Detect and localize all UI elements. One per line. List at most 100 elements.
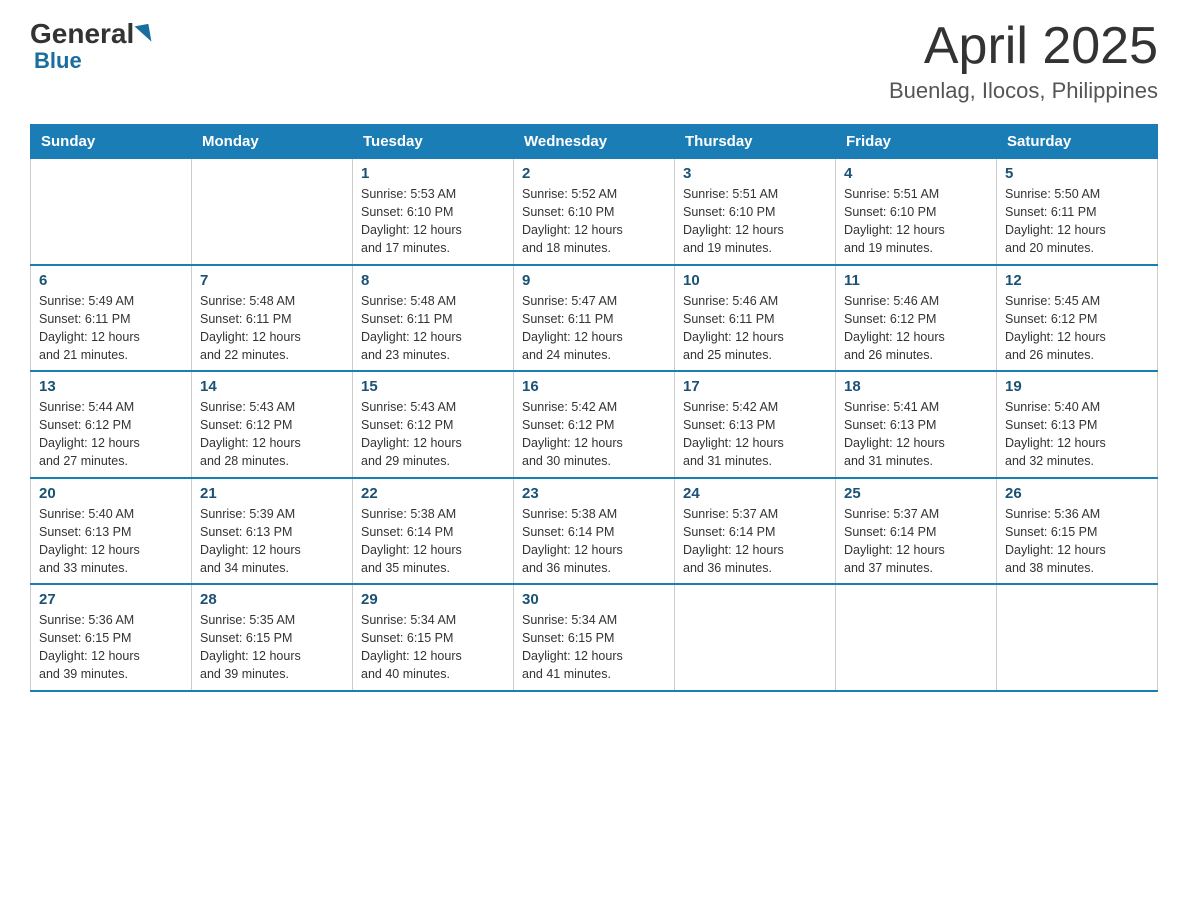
day-info: Sunrise: 5:42 AMSunset: 6:13 PMDaylight:…: [683, 398, 827, 471]
day-number: 18: [844, 378, 988, 395]
calendar-cell: 10 Sunrise: 5:46 AMSunset: 6:11 PMDayligh…: [675, 265, 836, 372]
calendar-week-row: 27 Sunrise: 5:36 AMSunset: 6:15 PMDayligh…: [31, 584, 1158, 691]
calendar-cell: [997, 584, 1158, 691]
month-title: April 2025: [889, 20, 1158, 72]
calendar-cell: 1 Sunrise: 5:53 AMSunset: 6:10 PMDaylight…: [353, 159, 514, 265]
day-info: Sunrise: 5:44 AMSunset: 6:12 PMDaylight:…: [39, 398, 183, 471]
day-info: Sunrise: 5:36 AMSunset: 6:15 PMDaylight:…: [1005, 505, 1149, 578]
day-info: Sunrise: 5:34 AMSunset: 6:15 PMDaylight:…: [361, 611, 505, 684]
day-number: 13: [39, 378, 183, 395]
day-number: 27: [39, 591, 183, 608]
day-info: Sunrise: 5:36 AMSunset: 6:15 PMDaylight:…: [39, 611, 183, 684]
logo-blue-text: Blue: [34, 48, 82, 74]
day-number: 10: [683, 272, 827, 289]
day-number: 19: [1005, 378, 1149, 395]
page-header: General Blue April 2025 Buenlag, Ilocos,…: [30, 20, 1158, 104]
calendar-cell: [192, 159, 353, 265]
calendar-header-row: SundayMondayTuesdayWednesdayThursdayFrid…: [31, 125, 1158, 159]
title-section: April 2025 Buenlag, Ilocos, Philippines: [889, 20, 1158, 104]
calendar-cell: 13 Sunrise: 5:44 AMSunset: 6:12 PMDayligh…: [31, 371, 192, 478]
calendar-cell: 20 Sunrise: 5:40 AMSunset: 6:13 PMDayligh…: [31, 478, 192, 585]
day-number: 24: [683, 485, 827, 502]
day-info: Sunrise: 5:46 AMSunset: 6:11 PMDaylight:…: [683, 292, 827, 365]
calendar-cell: 3 Sunrise: 5:51 AMSunset: 6:10 PMDaylight…: [675, 159, 836, 265]
calendar-cell: 28 Sunrise: 5:35 AMSunset: 6:15 PMDayligh…: [192, 584, 353, 691]
logo: General Blue: [30, 20, 150, 74]
calendar-cell: 12 Sunrise: 5:45 AMSunset: 6:12 PMDayligh…: [997, 265, 1158, 372]
day-info: Sunrise: 5:38 AMSunset: 6:14 PMDaylight:…: [522, 505, 666, 578]
calendar-cell: [836, 584, 997, 691]
day-number: 7: [200, 272, 344, 289]
calendar-cell: 21 Sunrise: 5:39 AMSunset: 6:13 PMDayligh…: [192, 478, 353, 585]
day-number: 9: [522, 272, 666, 289]
calendar-cell: 5 Sunrise: 5:50 AMSunset: 6:11 PMDaylight…: [997, 159, 1158, 265]
day-info: Sunrise: 5:38 AMSunset: 6:14 PMDaylight:…: [361, 505, 505, 578]
calendar-week-row: 20 Sunrise: 5:40 AMSunset: 6:13 PMDayligh…: [31, 478, 1158, 585]
calendar-cell: [675, 584, 836, 691]
calendar-cell: 25 Sunrise: 5:37 AMSunset: 6:14 PMDayligh…: [836, 478, 997, 585]
day-number: 12: [1005, 272, 1149, 289]
day-info: Sunrise: 5:42 AMSunset: 6:12 PMDaylight:…: [522, 398, 666, 471]
day-number: 17: [683, 378, 827, 395]
day-info: Sunrise: 5:51 AMSunset: 6:10 PMDaylight:…: [844, 185, 988, 258]
calendar-cell: 24Sunrise: 5:37 AMSunset: 6:14 PMDayligh…: [675, 478, 836, 585]
day-number: 2: [522, 165, 666, 182]
day-number: 5: [1005, 165, 1149, 182]
day-info: Sunrise: 5:40 AMSunset: 6:13 PMDaylight:…: [39, 505, 183, 578]
day-number: 6: [39, 272, 183, 289]
calendar-header-tuesday: Tuesday: [353, 125, 514, 159]
day-info: Sunrise: 5:52 AMSunset: 6:10 PMDaylight:…: [522, 185, 666, 258]
day-number: 30: [522, 591, 666, 608]
calendar-cell: 17 Sunrise: 5:42 AMSunset: 6:13 PMDayligh…: [675, 371, 836, 478]
calendar-cell: 27 Sunrise: 5:36 AMSunset: 6:15 PMDayligh…: [31, 584, 192, 691]
day-info: Sunrise: 5:46 AMSunset: 6:12 PMDaylight:…: [844, 292, 988, 365]
calendar-week-row: 6 Sunrise: 5:49 AMSunset: 6:11 PMDaylight…: [31, 265, 1158, 372]
day-number: 20: [39, 485, 183, 502]
day-info: Sunrise: 5:45 AMSunset: 6:12 PMDaylight:…: [1005, 292, 1149, 365]
day-info: Sunrise: 5:47 AMSunset: 6:11 PMDaylight:…: [522, 292, 666, 365]
calendar-cell: 16Sunrise: 5:42 AMSunset: 6:12 PMDayligh…: [514, 371, 675, 478]
day-number: 3: [683, 165, 827, 182]
day-info: Sunrise: 5:48 AMSunset: 6:11 PMDaylight:…: [361, 292, 505, 365]
calendar-cell: 7Sunrise: 5:48 AMSunset: 6:11 PMDaylight…: [192, 265, 353, 372]
day-number: 4: [844, 165, 988, 182]
day-info: Sunrise: 5:35 AMSunset: 6:15 PMDaylight:…: [200, 611, 344, 684]
day-info: Sunrise: 5:50 AMSunset: 6:11 PMDaylight:…: [1005, 185, 1149, 258]
day-info: Sunrise: 5:39 AMSunset: 6:13 PMDaylight:…: [200, 505, 344, 578]
day-info: Sunrise: 5:43 AMSunset: 6:12 PMDaylight:…: [361, 398, 505, 471]
calendar-table: SundayMondayTuesdayWednesdayThursdayFrid…: [30, 124, 1158, 692]
day-number: 28: [200, 591, 344, 608]
day-number: 22: [361, 485, 505, 502]
day-info: Sunrise: 5:41 AMSunset: 6:13 PMDaylight:…: [844, 398, 988, 471]
calendar-header-monday: Monday: [192, 125, 353, 159]
calendar-week-row: 13 Sunrise: 5:44 AMSunset: 6:12 PMDayligh…: [31, 371, 1158, 478]
calendar-cell: 23 Sunrise: 5:38 AMSunset: 6:14 PMDayligh…: [514, 478, 675, 585]
calendar-week-row: 1 Sunrise: 5:53 AMSunset: 6:10 PMDaylight…: [31, 159, 1158, 265]
day-number: 15: [361, 378, 505, 395]
day-info: Sunrise: 5:51 AMSunset: 6:10 PMDaylight:…: [683, 185, 827, 258]
logo-arrow-icon: [135, 24, 152, 44]
calendar-cell: 18 Sunrise: 5:41 AMSunset: 6:13 PMDayligh…: [836, 371, 997, 478]
day-number: 23: [522, 485, 666, 502]
day-info: Sunrise: 5:37 AMSunset: 6:14 PMDaylight:…: [844, 505, 988, 578]
day-number: 21: [200, 485, 344, 502]
day-number: 14: [200, 378, 344, 395]
day-info: Sunrise: 5:49 AMSunset: 6:11 PMDaylight:…: [39, 292, 183, 365]
calendar-cell: 22 Sunrise: 5:38 AMSunset: 6:14 PMDayligh…: [353, 478, 514, 585]
calendar-cell: 2 Sunrise: 5:52 AMSunset: 6:10 PMDaylight…: [514, 159, 675, 265]
day-number: 26: [1005, 485, 1149, 502]
day-number: 29: [361, 591, 505, 608]
day-number: 1: [361, 165, 505, 182]
calendar-cell: 15 Sunrise: 5:43 AMSunset: 6:12 PMDayligh…: [353, 371, 514, 478]
calendar-cell: 30Sunrise: 5:34 AMSunset: 6:15 PMDayligh…: [514, 584, 675, 691]
calendar-header-friday: Friday: [836, 125, 997, 159]
logo-general-text: General: [30, 20, 134, 48]
day-info: Sunrise: 5:43 AMSunset: 6:12 PMDaylight:…: [200, 398, 344, 471]
calendar-cell: 11Sunrise: 5:46 AMSunset: 6:12 PMDayligh…: [836, 265, 997, 372]
calendar-header-saturday: Saturday: [997, 125, 1158, 159]
calendar-cell: [31, 159, 192, 265]
calendar-cell: 8Sunrise: 5:48 AMSunset: 6:11 PMDaylight…: [353, 265, 514, 372]
calendar-cell: 29 Sunrise: 5:34 AMSunset: 6:15 PMDayligh…: [353, 584, 514, 691]
day-info: Sunrise: 5:53 AMSunset: 6:10 PMDaylight:…: [361, 185, 505, 258]
day-number: 25: [844, 485, 988, 502]
